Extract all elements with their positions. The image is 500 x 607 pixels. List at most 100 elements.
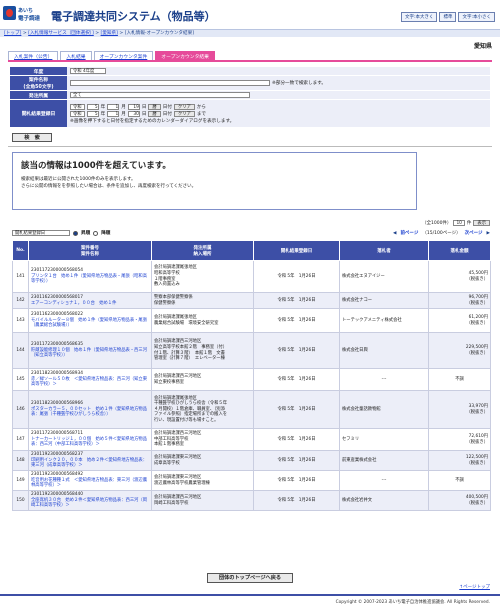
winner-cell: 前東産業株式会社 [339,450,429,471]
date-from-era[interactable]: 令和 [70,103,85,110]
row-no: 142 [12,292,29,309]
date-to-month[interactable]: 1 [107,110,120,117]
tab-open-counter-results[interactable]: オープンカウンタ結果 [155,51,215,60]
date-from-year[interactable]: 5 [86,103,99,110]
table-row: 142 2301162300000568017 エアーコンディショナ１，００台 始め… [12,292,491,309]
dept-cell: 会計局調達課西三河地区 知立高等学校本館２階 事務室（付） 付１階、計算３階） … [151,332,254,369]
date-cell: 令和 5年 1月26日 [253,390,340,429]
amount-cell: 229,500円 （税抜き） [428,332,491,369]
amount-cell: 33,970円 （税抜き） [428,390,491,429]
year-select[interactable]: 令和 4年度 [70,68,106,74]
desc-radio[interactable] [93,230,99,236]
per-page-select[interactable]: 10 [453,220,465,226]
winner-cell: 株式会社童話教物館 [339,390,429,429]
case-name-link[interactable]: エアーコンディショナ１，００台 始め１件 [31,301,116,306]
date-cell: 令和 5年 1月26日 [253,450,340,471]
footer: Copyright © 2007-2023 あいち電子自治体推進協議会. All… [0,594,500,607]
date-to-era[interactable]: 令和 [70,110,85,117]
date-cell: 令和 5年 1月26日 [253,428,340,451]
show-button[interactable]: 表示 [473,220,490,226]
col-amount: 落札金額 [428,240,491,261]
col-no: No. [12,240,29,261]
case-cell: 2301172300000568635 貯蔵設能修理１０個 始め１件（愛知県地方物… [28,332,152,369]
date-from-month[interactable]: 1 [107,103,120,110]
year-label: 年度 [10,67,67,75]
winner-cell: --- [339,368,429,391]
case-id: 2301172300000568054 [31,268,83,274]
case-id: 2301182300000568966 [31,401,83,407]
amount-cell: 45,500円 （税抜き） [428,260,491,293]
header: あいち 電子調達 電子調達共同システム（物品等） 文字:本大きく 標準 文字:本… [0,0,500,28]
col-dept: 発注所属 納入場所 [151,240,254,261]
amount-cell: 400,500円 （税抜き） [428,490,491,511]
table-row: 144 2301172300000568635 貯蔵設能修理１０個 始め１件（愛知県… [12,332,491,369]
date-label: 開札結果登録日 [10,100,67,127]
date-cell: 令和 5年 1月26日 [253,260,340,293]
case-id: 2301182300000568934 [31,371,83,377]
dept-cell: 会計局調達課尾張地区 農業総合試験場 環境安全研究室 [151,308,254,333]
case-name-input[interactable] [70,80,270,86]
tab-bid-cases[interactable]: 入札案件（公告） [8,51,59,60]
dept-select[interactable]: 全て [70,92,250,98]
back-to-top-button[interactable]: 団体のトップページへ戻る [207,573,293,583]
case-name-link[interactable]: 吃音用お花種種１式 ＜愛知県地方物品表：東三河（渡辺農林高等学校）＞ [31,478,147,489]
case-id: 2301192300000568492 [31,472,83,478]
breadcrumb-top[interactable]: [トップ] [4,31,21,36]
date-note: ※画像を押下すると日付を指定するためのカレンダーダイアログを表示します。 [70,118,235,124]
case-cell: 2301192300000568440 全座席机３０台 始め２件＜愛知県地方物品表… [28,490,152,511]
font-large-button[interactable]: 文字:本大きく [400,12,438,22]
case-name-link[interactable]: 貯蔵設能修理１０個 始め１件（愛知県地方物品表・西三河（知立高等学校）） [31,348,147,359]
case-name-link[interactable]: プリンタ１台 始め１件（愛知県地方物品表・尾張（昭和高等学校）） [31,274,147,285]
font-size-controls: 文字:本大きく 標準 文字:本小さく [400,12,495,22]
breadcrumb-pref[interactable]: [愛知県] [101,31,118,36]
case-cell: 2301182300000568966 ポスターカラー５，００セット 始め１件（愛… [28,390,152,429]
case-name-link[interactable]: トナーカートリッジ１，００個 始め５件＜愛知県地方物品表：西三河（中部工科高等学… [31,437,147,448]
case-name-link[interactable]: 全座席机３０台 始め２件＜愛知県地方物品表：西三河（岡崎工科高等学校）＞ [31,498,147,509]
next-icon: ▶ [486,230,490,236]
dept-cell: 会計局調達課西三河地区 知立東校事務室 [151,368,254,391]
row-no: 148 [12,450,29,471]
prev-page-link[interactable]: 前ページ [400,230,418,236]
calendar-from-button[interactable]: 暦 [148,103,161,110]
logo[interactable]: あいち 電子調達 [3,5,47,23]
date-cell: 令和 5年 1月26日 [253,292,340,309]
sort-key-select[interactable]: 開札結果登録日 [12,230,70,236]
table-row: 148 2301192300000568237 印刷用インク２０，００本 始め２件＜… [12,450,491,471]
breadcrumb-service[interactable]: [入札情報サービス（団体選択）] [28,31,94,36]
date-from-day[interactable]: 19 [127,103,140,110]
notice-heading: 該当の情報は1000件を超えています。 [21,161,171,171]
case-name-link[interactable]: モバイルルーター８個 始め１件（愛知県地方物品表・尾張（農業総合試験場）） [31,318,147,329]
winner-cell: 株式会社日興 [339,332,429,369]
case-name-note: ※部分一致で検索します。 [272,81,326,86]
row-no: 146 [12,390,29,429]
next-page-link[interactable]: 次ページ [465,230,483,236]
case-name-link[interactable]: 赤／緑ソール５０枚 ＜愛知県地方物品表：西三河（知立東高等学校）＞ [31,377,147,388]
clear-from-button[interactable]: クリア [173,103,195,110]
calendar-to-button[interactable]: 暦 [148,110,161,117]
font-small-button[interactable]: 文字:本小さく [458,12,495,22]
search-button[interactable]: 検 索 [12,133,52,142]
case-name-link[interactable]: ポスターカラー５，００セット 始め１件（愛知県地方物品表：尾張（千種聾学校ひがし… [31,407,147,418]
table-row: 150 2301192300000568440 全座席机３０台 始め２件＜愛知県地方… [12,490,491,511]
amount-cell: 不調 [428,470,491,491]
asc-radio[interactable] [73,230,78,236]
date-to-day[interactable]: 30 [127,110,140,117]
tab-underline [8,60,492,62]
table-row: 147 2301172300000568711 トナーカートリッジ１，００個 始め５… [12,428,491,451]
tab-open-counter-cases[interactable]: オープンカウンタ案件 [93,51,154,60]
tab-bar: 入札案件（公告） 入札結果 オープンカウンタ案件 オープンカウンタ結果 [8,51,215,60]
date-cell: 令和 5年 1月26日 [253,332,340,369]
page-info: （15/100ページ） [422,231,461,236]
case-name-link[interactable]: 印刷用インク２０，００本 始め２件＜愛知県地方物品表：東三河（成章高等学校）＞ [31,458,147,469]
font-standard-button[interactable]: 標準 [439,12,457,22]
dept-cell: 会計局調達課尾張地区 昭和高等学校 １階事務室 敷入荷置込み [151,260,254,293]
date-to-year[interactable]: 5 [86,110,99,117]
tab-bid-results[interactable]: 入札結果 [60,51,92,60]
row-no: 143 [12,308,29,333]
page-top-link[interactable]: ↑ページトップ [459,584,490,590]
case-cell: 2301182300000568934 赤／緑ソール５０枚 ＜愛知県地方物品表：西… [28,368,152,391]
date-cell: 令和 5年 1月26日 [253,368,340,391]
case-id: 2301192300000568237 [31,452,83,458]
clear-to-button[interactable]: クリア [173,110,195,117]
total-count: （全1000件） [421,221,452,226]
